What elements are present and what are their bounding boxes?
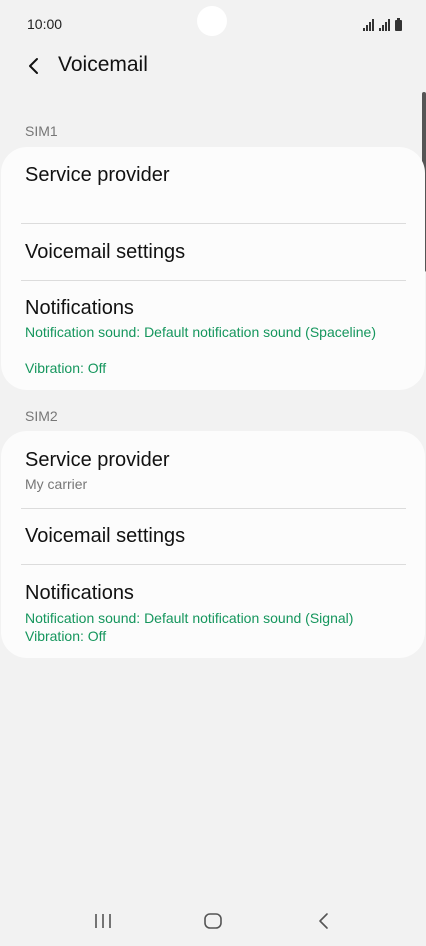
signal-sim2-icon: [379, 19, 390, 31]
vibration-value: Vibration: Off: [25, 360, 107, 376]
item-title: Voicemail settings: [25, 241, 186, 263]
notification-sound-value: Notification sound: Default notification…: [25, 610, 354, 626]
item-value: My carrier: [25, 476, 88, 492]
section-label-sim2: SIM2: [25, 408, 58, 424]
item-title: Voicemail settings: [25, 525, 186, 547]
app-bar: Voicemail: [0, 48, 426, 88]
navigation-bar: [0, 898, 426, 946]
item-title: Notifications: [25, 582, 134, 604]
section-label-sim1: SIM1: [25, 123, 58, 139]
home-icon: [204, 913, 222, 929]
status-icons: [363, 17, 402, 31]
sim2-card: Service provider My carrier Voicemail se…: [1, 431, 425, 658]
recents-icon: [95, 914, 111, 928]
home-button[interactable]: [193, 906, 233, 936]
recents-button[interactable]: [83, 906, 123, 936]
signal-sim1-icon: [363, 19, 374, 31]
sim2-service-provider[interactable]: Service provider My carrier: [1, 431, 425, 508]
sim1-card: Service provider Voicemail settings Noti…: [1, 147, 425, 390]
sim1-service-provider[interactable]: Service provider: [1, 147, 425, 223]
sim1-notifications[interactable]: Notifications Notification sound: Defaul…: [1, 281, 425, 390]
front-camera: [197, 6, 227, 36]
back-button[interactable]: [20, 52, 48, 80]
chevron-left-icon: [29, 58, 38, 74]
notification-sound-value: Notification sound: Default notification…: [25, 324, 376, 340]
nav-back-button[interactable]: [304, 906, 344, 936]
sim2-voicemail-settings[interactable]: Voicemail settings: [1, 509, 425, 564]
item-title: Service provider: [25, 449, 170, 471]
vibration-value: Vibration: Off: [25, 628, 107, 644]
back-icon: [319, 913, 328, 929]
status-bar: 10:00: [0, 0, 426, 48]
item-title: Notifications: [25, 297, 134, 319]
page-title: Voicemail: [58, 53, 148, 76]
sim2-notifications[interactable]: Notifications Notification sound: Defaul…: [1, 565, 425, 658]
status-time: 10:00: [27, 16, 63, 32]
item-title: Service provider: [25, 164, 170, 186]
sim1-voicemail-settings[interactable]: Voicemail settings: [1, 224, 425, 280]
battery-icon: [395, 18, 402, 31]
